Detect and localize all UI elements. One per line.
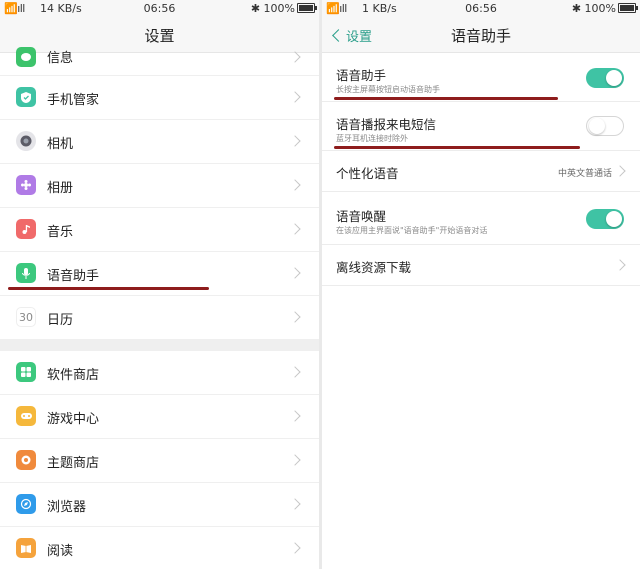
book-icon — [16, 538, 36, 558]
chevron-right-icon — [289, 135, 301, 147]
chevron-right-icon — [289, 51, 301, 63]
settings-item-gallery[interactable]: 相册 — [0, 164, 319, 208]
calendar-icon-date: 30 — [19, 310, 33, 324]
settings-item-browser[interactable]: 浏览器 — [0, 483, 319, 527]
camera-icon — [16, 131, 36, 151]
page-title: 设置 — [144, 27, 175, 45]
settings-item-label: 浏览器 — [47, 500, 87, 515]
settings-item-phone-manager[interactable]: 手机管家 — [0, 76, 319, 120]
chevron-right-icon — [289, 267, 301, 279]
row-title: 语音播报来电短信 — [336, 117, 437, 132]
settings-item-music[interactable]: 音乐 — [0, 208, 319, 252]
settings-item-label: 手机管家 — [47, 93, 100, 108]
settings-item-label: 语音助手 — [47, 269, 100, 284]
settings-item-label: 游戏中心 — [47, 412, 100, 427]
status-bar: 📶ıll 1 KB/s 06:56 ✱ 100% — [322, 0, 640, 18]
gallery-icon — [16, 175, 36, 195]
browser-icon — [16, 494, 36, 514]
row-subtitle: 长按主屏幕按钮启动语音助手 — [336, 85, 440, 94]
settings-item-label: 软件商店 — [47, 368, 100, 383]
chevron-right-icon — [289, 311, 301, 323]
settings-item-theme-store[interactable]: 主题商店 — [0, 439, 319, 483]
mic-icon — [16, 263, 36, 283]
status-bar: 📶ıll 14 KB/s 06:56 ✱ 100% — [0, 0, 319, 18]
settings-item-label: 信息 — [47, 51, 74, 66]
row-title: 语音助手 — [336, 68, 387, 83]
chevron-right-icon — [289, 542, 301, 554]
chevron-right-icon — [614, 165, 626, 177]
voice-assistant-row[interactable]: 语音助手 长按主屏幕按钮启动语音助手 — [322, 53, 640, 102]
annotation-underline — [334, 146, 580, 149]
row-title: 离线资源下载 — [336, 260, 412, 275]
voice-wake-row[interactable]: 语音唤醒 在该应用主界面说"语音助手"开始语音对话 — [322, 192, 640, 245]
calendar-icon: 30 — [16, 307, 36, 327]
settings-item-label: 阅读 — [47, 544, 74, 559]
settings-item-label: 音乐 — [47, 225, 74, 240]
settings-item-reading[interactable]: 阅读 — [0, 527, 319, 569]
voice-assistant-toggle[interactable] — [586, 68, 624, 88]
settings-item-label: 相机 — [47, 137, 74, 152]
toggle-knob — [589, 118, 605, 134]
chevron-right-icon — [289, 366, 301, 378]
read-sms-toggle[interactable] — [586, 116, 624, 136]
settings-item-label: 相册 — [47, 181, 74, 196]
personal-voice-row[interactable]: 个性化语音 中英文普通话 — [322, 151, 640, 192]
read-sms-row[interactable]: 语音播报来电短信 蓝牙耳机连接时除外 — [322, 102, 640, 151]
annotation-underline — [334, 97, 558, 100]
battery-text: ✱ 100% — [250, 2, 295, 15]
offline-download-row[interactable]: 离线资源下载 — [322, 245, 640, 286]
settings-item-app-store[interactable]: 软件商店 — [0, 351, 319, 395]
voice-assistant-screen: 📶ıll 1 KB/s 06:56 ✱ 100% 设置 语音助手 语音助手 长按… — [322, 0, 640, 569]
theme-icon — [16, 450, 36, 470]
nav-bar: 设置 语音助手 — [322, 18, 640, 53]
message-icon — [16, 47, 36, 67]
annotation-underline — [8, 287, 209, 290]
page-title: 语音助手 — [450, 27, 511, 45]
settings-item-voice-assistant[interactable]: 语音助手 — [0, 252, 319, 296]
music-icon — [16, 219, 36, 239]
toggle-knob — [606, 70, 622, 86]
row-title: 个性化语音 — [336, 166, 399, 181]
row-subtitle: 在该应用主界面说"语音助手"开始语音对话 — [336, 226, 488, 235]
settings-item-messages[interactable]: 信息 — [0, 47, 319, 76]
settings-item-game-center[interactable]: 游戏中心 — [0, 395, 319, 439]
chevron-right-icon — [289, 91, 301, 103]
battery-text: ✱ 100% — [571, 2, 616, 15]
chevron-right-icon — [289, 410, 301, 422]
battery-icon — [618, 3, 638, 13]
toggle-knob — [606, 211, 622, 227]
settings-screen: 📶ıll 14 KB/s 06:56 ✱ 100% 设置 信息 手机管家 相机 … — [0, 0, 319, 569]
settings-item-label: 日历 — [47, 313, 74, 328]
shield-icon — [16, 87, 36, 107]
battery-status: ✱ 100% — [571, 2, 638, 15]
settings-item-calendar[interactable]: 30 日历 — [0, 296, 319, 340]
chevron-right-icon — [289, 223, 301, 235]
row-title: 语音唤醒 — [336, 209, 387, 224]
battery-icon — [297, 3, 317, 13]
row-value: 中英文普通话 — [557, 169, 612, 179]
chevron-right-icon — [289, 179, 301, 191]
chevron-right-icon — [614, 259, 626, 271]
section-divider — [0, 340, 319, 351]
chevron-right-icon — [289, 454, 301, 466]
voice-wake-toggle[interactable] — [586, 209, 624, 229]
store-icon — [16, 362, 36, 382]
chevron-right-icon — [289, 498, 301, 510]
settings-item-label: 主题商店 — [47, 456, 100, 471]
game-icon — [16, 406, 36, 426]
row-subtitle: 蓝牙耳机连接时除外 — [336, 134, 408, 143]
settings-item-camera[interactable]: 相机 — [0, 120, 319, 164]
battery-status: ✱ 100% — [250, 2, 317, 15]
